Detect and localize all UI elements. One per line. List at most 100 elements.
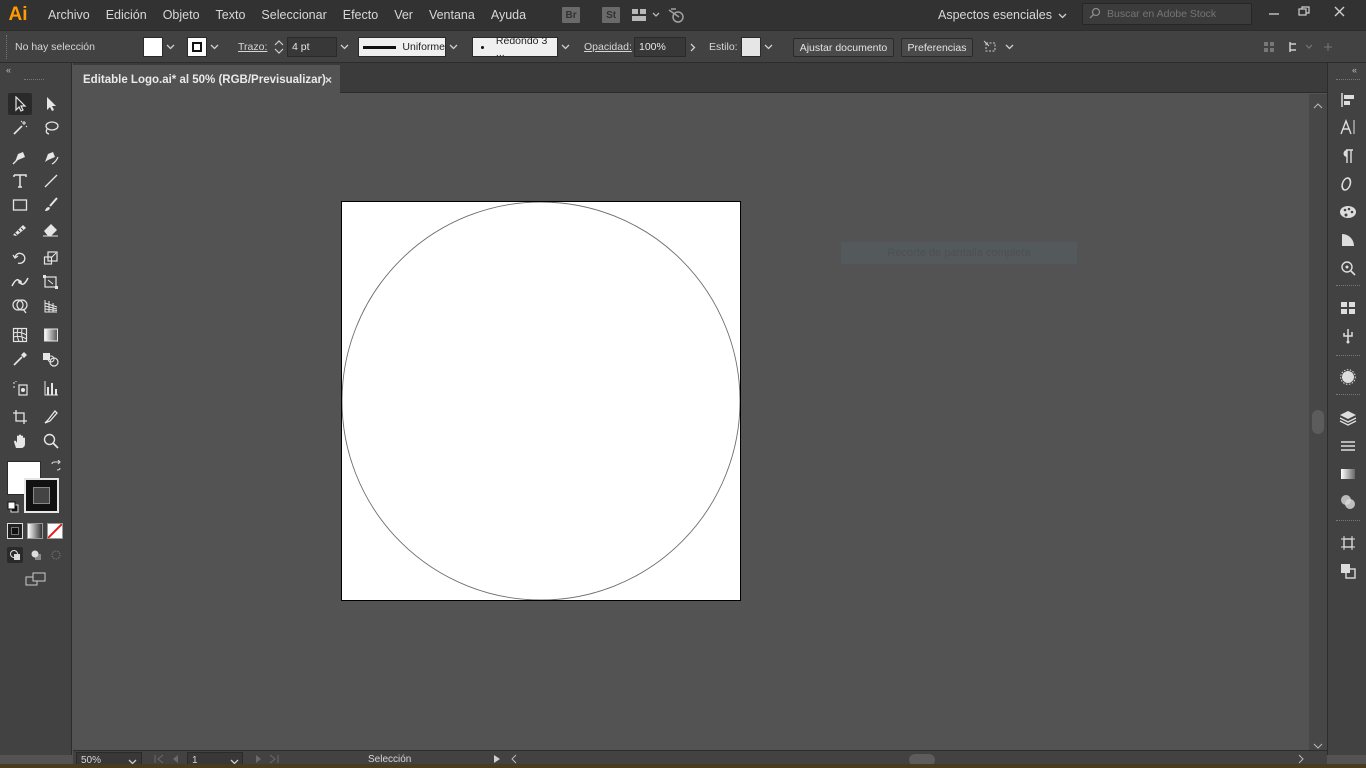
- shape-builder-tool[interactable]: [8, 295, 32, 317]
- menu-texto[interactable]: Texto: [208, 0, 254, 30]
- chevron-down-icon[interactable]: [761, 37, 775, 57]
- bridge-button[interactable]: Br: [562, 7, 581, 23]
- curvature-tool[interactable]: [39, 146, 63, 168]
- magic-wand-tool[interactable]: [8, 117, 32, 139]
- opacity-field[interactable]: 100%: [634, 37, 686, 57]
- type-tool[interactable]: [8, 170, 32, 192]
- links-panel-icon[interactable]: [1337, 325, 1359, 347]
- stroke-label[interactable]: Trazo:: [238, 37, 267, 57]
- menu-seleccionar[interactable]: Seleccionar: [253, 0, 334, 30]
- appearance-panel-icon[interactable]: [1337, 366, 1359, 388]
- workspace-switcher[interactable]: Aspectos esenciales: [930, 4, 1075, 26]
- line-tool[interactable]: [39, 170, 63, 192]
- document-tab[interactable]: Editable Logo.ai* al 50% (RGB/Previsuali…: [73, 65, 340, 94]
- transform-options[interactable]: [983, 37, 1017, 57]
- gradient-panel-icon[interactable]: [1337, 463, 1359, 485]
- stroke-weight-field[interactable]: 4 pt: [287, 37, 337, 57]
- hand-tool[interactable]: [8, 430, 32, 452]
- stepper-arrows-icon[interactable]: [271, 37, 287, 57]
- paragraph-panel-icon[interactable]: [1337, 145, 1359, 167]
- stroke-panel-icon[interactable]: [1337, 435, 1359, 457]
- opentype-panel-icon[interactable]: [1337, 173, 1359, 195]
- menu-ayuda[interactable]: Ayuda: [483, 0, 534, 30]
- eraser-tool[interactable]: [39, 218, 63, 240]
- stock-search[interactable]: [1082, 3, 1252, 25]
- vertical-scroll-thumb[interactable]: [1312, 410, 1324, 434]
- stroke-control[interactable]: [187, 37, 221, 57]
- menu-archivo[interactable]: Archivo: [40, 0, 98, 30]
- style-swatch[interactable]: [741, 37, 761, 57]
- menu-objeto[interactable]: Objeto: [155, 0, 208, 30]
- none-mode-button[interactable]: [47, 523, 63, 539]
- vertical-scrollbar[interactable]: [1309, 94, 1327, 750]
- swap-fill-stroke-icon[interactable]: [50, 459, 62, 475]
- gradient-mode-button[interactable]: [27, 523, 43, 539]
- fit-document-button[interactable]: Ajustar documento: [793, 38, 894, 57]
- chevron-down-icon[interactable]: [337, 37, 351, 57]
- control-bar-grip[interactable]: [6, 35, 14, 59]
- draw-behind-icon[interactable]: [28, 547, 44, 563]
- rectangle-tool[interactable]: [8, 194, 32, 216]
- pathfinder-panel-icon[interactable]: [1337, 560, 1359, 582]
- scale-tool[interactable]: [39, 247, 63, 269]
- arrange-documents-icon[interactable]: [628, 0, 664, 30]
- restore-button[interactable]: [1289, 0, 1319, 22]
- graph-tool[interactable]: [39, 377, 63, 399]
- circle-shape[interactable]: [341, 201, 741, 601]
- brush-definition[interactable]: Redondo 3 ...: [472, 35, 572, 59]
- paintbrush-tool[interactable]: [39, 194, 63, 216]
- preferences-button[interactable]: Preferencias: [901, 38, 973, 57]
- collapse-icon[interactable]: «: [6, 65, 11, 75]
- artboard-tool[interactable]: [8, 406, 32, 428]
- symbols-panel-icon[interactable]: [1337, 257, 1359, 279]
- close-button[interactable]: [1324, 0, 1354, 22]
- transform-icon[interactable]: [983, 39, 1017, 55]
- swatches-panel-icon[interactable]: [1337, 229, 1359, 251]
- eyedropper-tool[interactable]: [8, 348, 32, 370]
- minimize-button[interactable]: [1259, 0, 1289, 22]
- chevron-down-icon[interactable]: [558, 37, 572, 57]
- shaper-tool[interactable]: [8, 218, 32, 240]
- fill-swatch[interactable]: [143, 37, 163, 57]
- layers-panel-icon[interactable]: [1337, 407, 1359, 429]
- blend-tool[interactable]: [39, 348, 63, 370]
- color-mode-button[interactable]: [7, 523, 23, 539]
- fill-control[interactable]: [143, 37, 177, 57]
- draw-normal-icon[interactable]: [7, 547, 23, 563]
- default-fill-stroke-icon[interactable]: [7, 501, 19, 516]
- stroke-weight-stepper[interactable]: 4 pt: [271, 37, 351, 57]
- stroke-color-swatch[interactable]: [24, 478, 59, 513]
- pen-tool[interactable]: [8, 146, 32, 168]
- gradient-tool[interactable]: [39, 324, 63, 346]
- selection-tool[interactable]: [8, 93, 32, 115]
- color-guide-panel-icon[interactable]: [1337, 201, 1359, 223]
- width-tool[interactable]: [8, 271, 32, 293]
- free-transform-tool[interactable]: [39, 271, 63, 293]
- character-panel-icon[interactable]: [1337, 116, 1359, 138]
- transparency-panel-icon[interactable]: [1337, 491, 1359, 513]
- mesh-tool[interactable]: [8, 324, 32, 346]
- menu-ventana[interactable]: Ventana: [421, 0, 483, 30]
- gpu-performance-icon[interactable]: [664, 0, 690, 30]
- slice-tool[interactable]: [39, 406, 63, 428]
- menu-edicion[interactable]: Edición: [98, 0, 155, 30]
- transform-panel-icon[interactable]: [1337, 297, 1359, 319]
- menu-efecto[interactable]: Efecto: [335, 0, 386, 30]
- style-control[interactable]: [741, 37, 775, 57]
- direct-selection-tool[interactable]: [39, 93, 63, 115]
- align-panel-icon[interactable]: [1337, 89, 1359, 111]
- symbol-sprayer-tool[interactable]: [8, 377, 32, 399]
- scroll-up-icon[interactable]: [1313, 98, 1323, 112]
- artboards-panel-icon[interactable]: [1337, 532, 1359, 554]
- stock-button[interactable]: St: [602, 7, 621, 23]
- chevron-down-icon[interactable]: [207, 37, 221, 57]
- perspective-grid-tool[interactable]: [39, 295, 63, 317]
- canvas[interactable]: Recorte de pantalla completa: [73, 94, 1309, 750]
- rotate-tool[interactable]: [8, 247, 32, 269]
- artboard[interactable]: [341, 201, 741, 601]
- expand-panels-icon[interactable]: «: [1352, 65, 1357, 75]
- align-options[interactable]: [1262, 37, 1334, 57]
- align-icon[interactable]: [1262, 39, 1334, 55]
- close-tab-icon[interactable]: ×: [325, 73, 332, 87]
- opacity-control[interactable]: 100%: [634, 37, 700, 57]
